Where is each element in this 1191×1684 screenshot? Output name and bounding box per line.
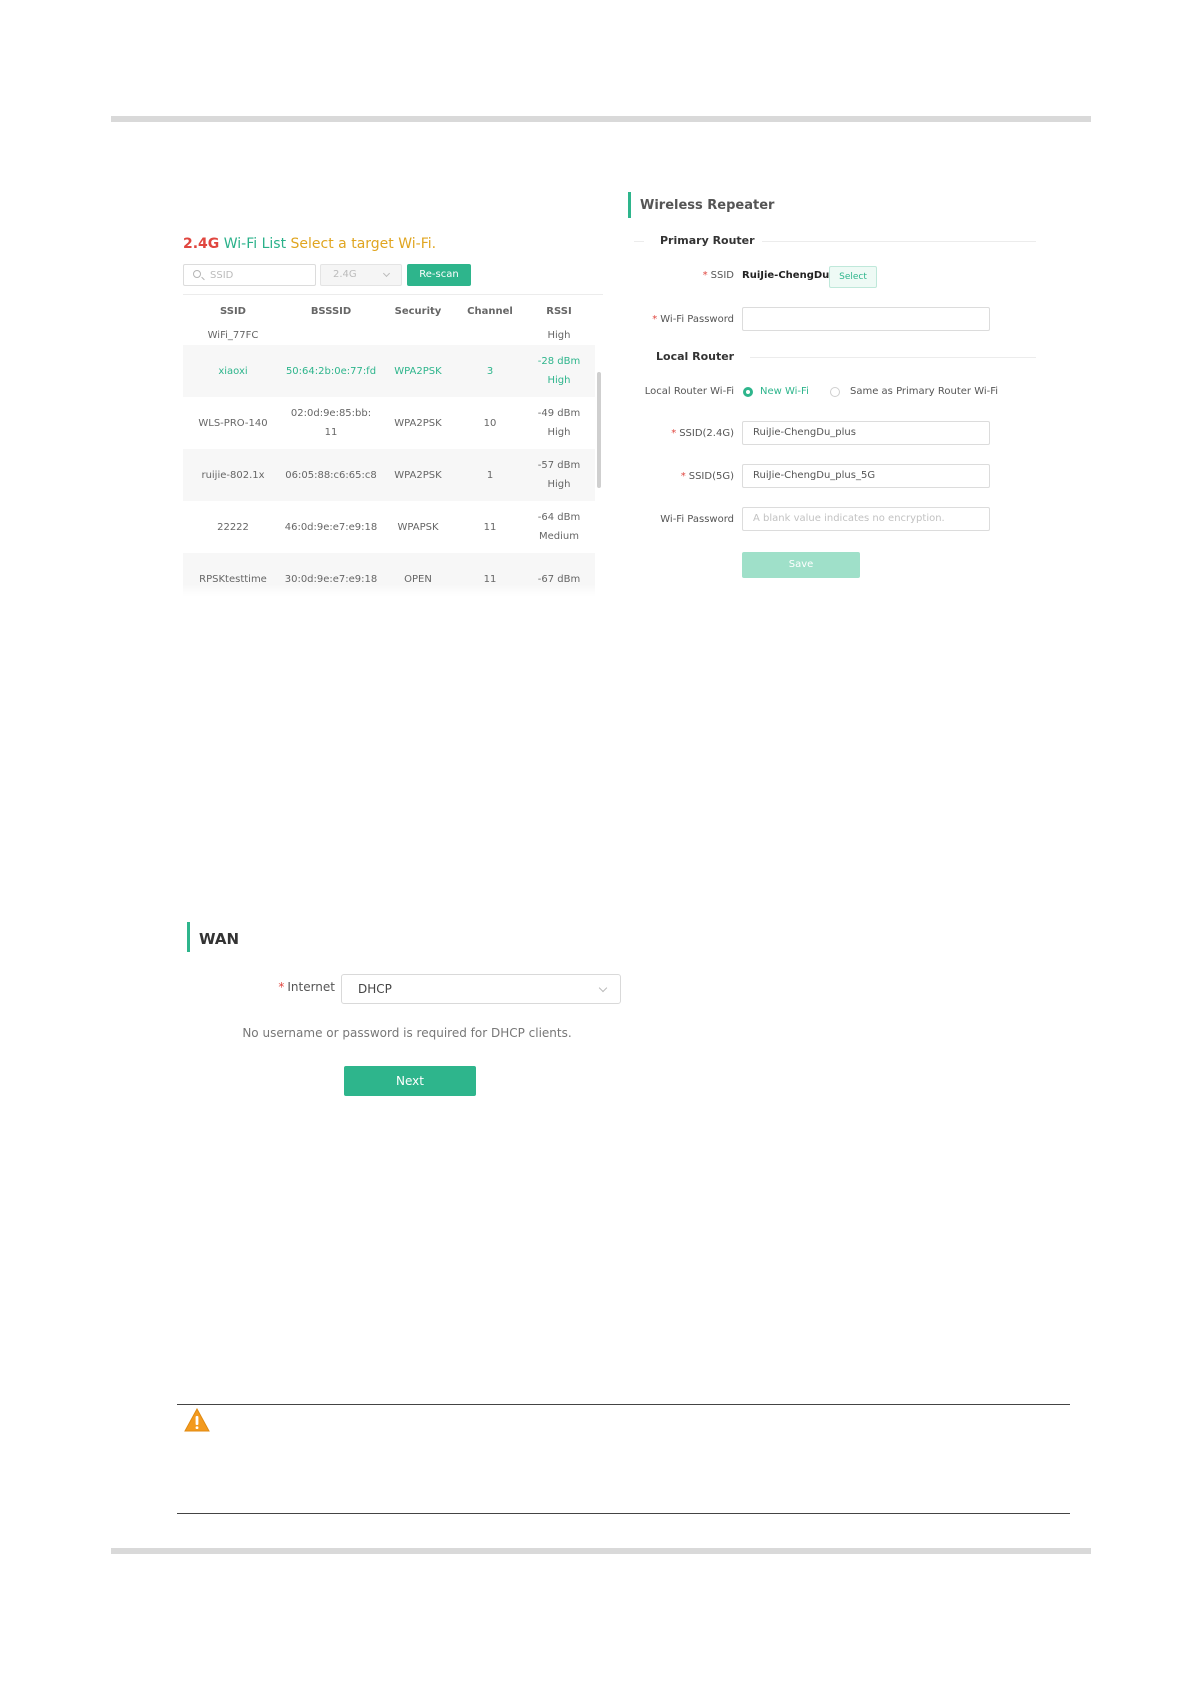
page-footer-rule (111, 1548, 1091, 1554)
table-row[interactable]: 22222 46:0d:9e:e7:e9:18 WPAPSK 11 -64 dB… (183, 501, 595, 553)
cell-security: WPA2PSK (394, 417, 442, 429)
select-wifi-button[interactable]: Select (829, 266, 877, 288)
warning-icon (184, 1408, 210, 1432)
band-select[interactable]: 2.4G (320, 264, 402, 286)
cell-ssid: ruijie-802.1x (183, 449, 283, 501)
cell-bssid: 50:64:2b:0e:77:fd (283, 345, 379, 397)
cell-rssi: High (547, 330, 571, 341)
local-router-heading: Local Router (656, 350, 735, 363)
radio-new-wifi-label[interactable]: New Wi-Fi (760, 386, 809, 397)
cell-channel: 3 (457, 345, 523, 397)
internet-label: * Internet (278, 980, 335, 994)
radio-new-wifi[interactable] (743, 387, 753, 397)
cell-bssid: 46:0d:9e:e7:e9:18 (284, 521, 378, 533)
section-title: Wireless Repeater (640, 198, 775, 213)
wifi-table-scroll[interactable]: SSID BSSSID Security Channel RSSI WiFi_7… (183, 296, 603, 596)
chevron-down-icon (598, 983, 608, 993)
wireless-repeater-panel: Wireless Repeater Primary Router * SSID R… (628, 192, 1036, 592)
radio-same-wifi[interactable] (830, 387, 840, 397)
cell-ssid: WLS-PRO-140 (198, 417, 268, 429)
col-header-security: Security (394, 305, 442, 317)
cell-channel: 1 (457, 449, 523, 501)
cell-bssid: 06:05:88:c6:65:c8 (283, 449, 379, 501)
wan-title: WAN (199, 930, 240, 948)
wifi-list-panel: 2.4G Wi-Fi List Select a target Wi-Fi. 2… (183, 234, 603, 598)
section-accent-bar (187, 922, 190, 952)
caution-bottom-rule (177, 1513, 1070, 1514)
next-button[interactable]: Next (344, 1066, 476, 1096)
cell-ssid: xiaoxi (183, 345, 283, 397)
ssid-5g-label: * SSID(5G) (680, 471, 734, 482)
cell-security: WPA2PSK (379, 345, 457, 397)
wan-panel: WAN * Internet DHCP No username or passwo… (187, 922, 627, 1096)
title-band: 2.4G (183, 236, 220, 252)
save-button[interactable]: Save (742, 552, 860, 578)
ssid-search-input[interactable] (208, 267, 308, 283)
cell-rssi: -49 dBm High (537, 408, 581, 438)
radio-same-wifi-label[interactable]: Same as Primary Router Wi-Fi (850, 386, 998, 397)
dhcp-note: No username or password is required for … (242, 1026, 572, 1040)
ssid-label: * SSID (702, 270, 734, 281)
primary-router-heading: Primary Router (660, 234, 755, 247)
primary-ssid-value: RuiJie-ChengDu (742, 270, 830, 281)
divider (750, 357, 1036, 358)
internet-type-select[interactable]: DHCP (341, 974, 621, 1004)
search-icon (193, 270, 201, 278)
cell-channel: 10 (483, 417, 497, 429)
local-wifi-password-label: Wi-Fi Password (660, 514, 734, 525)
table-bottom-fade (183, 584, 603, 596)
section-accent-bar (628, 192, 631, 218)
primary-password-input[interactable] (742, 307, 990, 331)
cell-security: WPAPSK (397, 521, 439, 533)
wifi-table: SSID BSSSID Security Channel RSSI WiFi_7… (183, 296, 595, 596)
cell-bssid: 02:0d:9e:85:bb:11 (290, 408, 372, 438)
cell-rssi: -64 dBm Medium (537, 512, 581, 542)
ssid-5g-input[interactable]: RuiJie-ChengDu_plus_5G (742, 464, 990, 488)
divider (634, 241, 644, 242)
cell-ssid: WiFi_77FC (207, 330, 259, 341)
caution-top-rule (177, 1404, 1070, 1405)
col-header-ssid: SSID (220, 305, 246, 317)
rescan-button[interactable]: Re-scan (407, 264, 471, 286)
table-row[interactable]: WiFi_77FC High (183, 326, 595, 345)
wifi-password-label: * Wi-Fi Password (652, 314, 734, 325)
cell-security: WPA2PSK (379, 449, 457, 501)
divider (183, 294, 603, 295)
ssid-24g-label: * SSID(2.4G) (671, 428, 734, 439)
cell-ssid: 22222 (217, 521, 249, 533)
local-router-wifi-label: Local Router Wi-Fi (644, 386, 734, 397)
local-wifi-password-input[interactable]: A blank value indicates no encryption. (742, 507, 990, 531)
wifi-list-title: 2.4G Wi-Fi List Select a target Wi-Fi. (183, 236, 436, 252)
chevron-down-icon (382, 269, 391, 278)
divider (762, 241, 1036, 242)
col-header-channel: Channel (467, 305, 513, 317)
ssid-24g-input[interactable]: RuiJie-ChengDu_plus (742, 421, 990, 445)
page-header-rule (111, 116, 1091, 122)
band-select-value: 2.4G (333, 269, 357, 280)
table-row[interactable]: WLS-PRO-140 02:0d:9e:85:bb:11 WPA2PSK 10… (183, 397, 595, 449)
col-header-bssid: BSSSID (310, 305, 352, 317)
title-select-hint: Select a target Wi-Fi. (290, 236, 437, 252)
title-list: Wi-Fi List (223, 236, 287, 252)
internet-type-value: DHCP (358, 982, 392, 996)
ssid-search-box[interactable] (183, 264, 316, 286)
cell-channel: 11 (483, 521, 497, 533)
